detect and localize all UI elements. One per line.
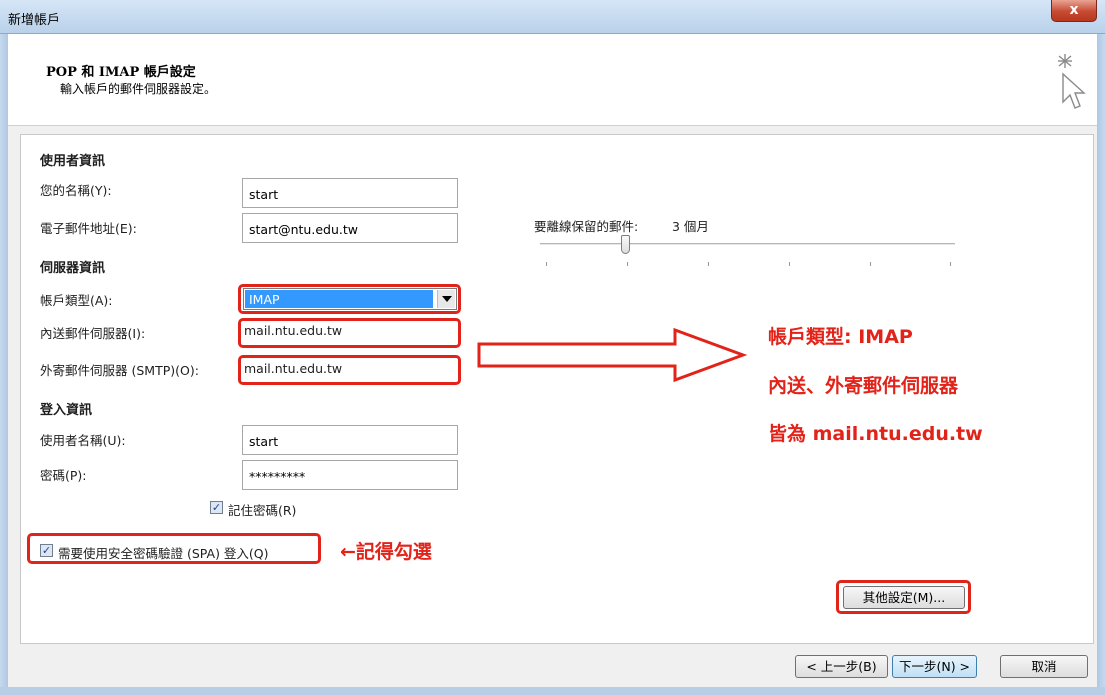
email-label: 電子郵件地址(E): (40, 221, 137, 236)
next-button[interactable]: 下一步(N) > (892, 655, 977, 678)
close-icon: x (1069, 2, 1079, 18)
outgoing-server-label: 外寄郵件伺服器 (SMTP)(O): (40, 363, 199, 378)
password-field[interactable]: ********* (242, 460, 458, 490)
offline-value: 3 個月 (672, 219, 709, 234)
page-subtitle: 輸入帳戶的郵件伺服器設定。 (60, 82, 217, 96)
highlight-more-settings (836, 580, 971, 614)
incoming-server-label: 內送郵件伺服器(I): (40, 326, 146, 341)
username-label: 使用者名稱(U): (40, 433, 126, 448)
right-arrow-icon (477, 327, 748, 383)
password-label: 密碼(P): (40, 468, 87, 483)
username-field[interactable]: start (242, 425, 458, 455)
slider-tick (546, 262, 547, 266)
slider-tick (789, 262, 790, 266)
slider-tick (708, 262, 709, 266)
offline-slider-track[interactable] (540, 243, 955, 246)
account-type-label: 帳戶類型(A): (40, 293, 113, 308)
name-field[interactable]: start (242, 178, 458, 208)
email-field[interactable]: start@ntu.edu.tw (242, 213, 458, 243)
annotation-line-1: 帳戶類型: IMAP (768, 326, 913, 348)
title-bar: 新增帳戶 x (0, 0, 1105, 34)
close-button[interactable]: x (1051, 0, 1097, 22)
highlight-account-type (238, 284, 461, 314)
annotation-line-3: 皆為 mail.ntu.edu.tw (768, 423, 983, 445)
highlight-incoming-server (238, 318, 461, 348)
highlight-outgoing-server (238, 355, 461, 385)
offline-slider-thumb[interactable] (621, 235, 630, 254)
slider-tick (627, 262, 628, 266)
window-title: 新增帳戶 (8, 13, 61, 28)
slider-tick (870, 262, 871, 266)
offline-label: 要離線保留的郵件: (534, 219, 639, 234)
window-frame-right (1097, 34, 1105, 695)
cancel-button[interactable]: 取消 (1000, 655, 1088, 678)
name-label: 您的名稱(Y): (40, 183, 112, 198)
window-frame-left (0, 34, 8, 695)
back-button[interactable]: < 上一步(B) (795, 655, 888, 678)
section-user-info: 使用者資訊 (40, 154, 106, 169)
annotation-line-2: 內送、外寄郵件伺服器 (768, 375, 959, 397)
cursor-sparkle-icon (1058, 54, 1086, 109)
page-title: POP 和 IMAP 帳戶設定 (46, 65, 196, 80)
section-server-info: 伺服器資訊 (40, 261, 106, 276)
section-login-info: 登入資訊 (40, 403, 93, 418)
remember-password-label: 記住密碼(R) (228, 503, 297, 518)
dialog-header: POP 和 IMAP 帳戶設定 輸入帳戶的郵件伺服器設定。 (8, 34, 1097, 126)
remember-password-checkbox[interactable]: ✓ (210, 501, 223, 514)
slider-tick (950, 262, 951, 266)
highlight-spa (27, 533, 321, 564)
spa-annotation: ←記得勾選 (340, 541, 432, 563)
window-frame-bottom (0, 687, 1105, 695)
